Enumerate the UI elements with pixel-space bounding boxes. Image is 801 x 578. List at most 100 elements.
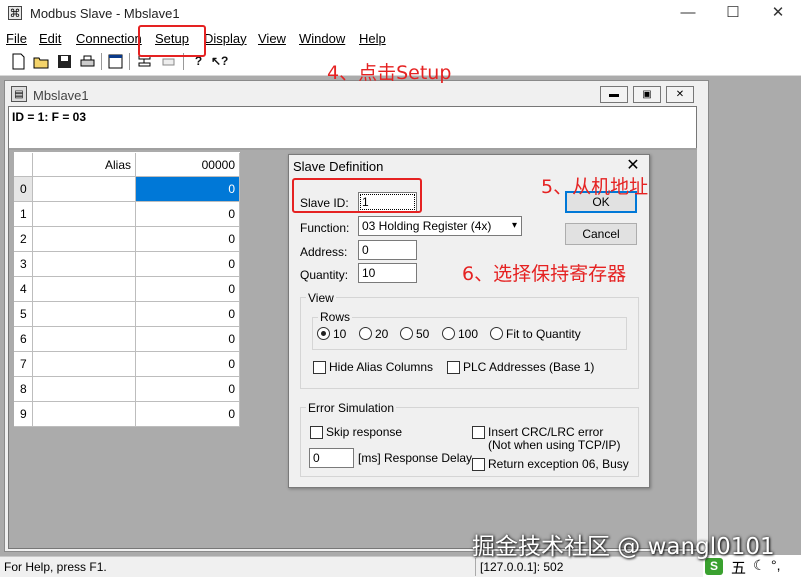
menu-display[interactable]: Display [204,31,247,46]
row-header[interactable]: 1 [14,202,33,227]
value-cell[interactable]: 0 [136,352,240,377]
quantity-input[interactable]: 10 [358,263,417,283]
child-restore-button[interactable]: ▣ [633,86,661,103]
annotation-setup: 4、点击Setup [327,62,452,84]
quantity-label: Quantity: [300,268,349,282]
menu-window[interactable]: Window [299,31,345,46]
plc-addresses-checkbox[interactable] [447,361,460,374]
watermark: 掘金技术社区 @ wangl0101 [472,534,775,560]
chevron-down-icon: ▾ [511,220,517,231]
save-icon[interactable] [56,53,73,70]
view-group-title: View [306,291,336,305]
row-header[interactable]: 8 [14,377,33,402]
alias-cell[interactable] [33,377,136,402]
address-label: Address: [300,245,348,259]
row-header[interactable]: 7 [14,352,33,377]
setup-highlight-box [138,25,206,57]
function-label: Function: [300,221,350,235]
value-cell[interactable]: 0 [136,327,240,352]
row-header[interactable]: 4 [14,277,33,302]
child-minimize-button[interactable]: ▬ [600,86,628,103]
annotation-function: 6、选择保持寄存器 [462,263,627,285]
open-icon[interactable] [33,53,50,70]
alias-cell[interactable] [33,252,136,277]
insert-crc-checkbox[interactable] [472,426,485,439]
context-help-icon[interactable]: ↖? [211,53,228,70]
address-input[interactable]: 0 [358,240,417,260]
toolbar-separator [129,53,130,70]
slave-id-highlight-box [292,178,422,213]
annotation-slave-id: 5、从机地址 [541,176,649,198]
window-title: Modbus Slave - Mbslave1 [30,6,180,21]
alias-cell[interactable] [33,277,136,302]
slave-id-function-line: ID = 1: F = 03 [12,110,87,124]
rows-fit-label: Fit to Quantity [506,327,581,341]
error-simulation-title: Error Simulation [306,401,397,415]
cancel-button[interactable]: Cancel [565,223,637,245]
hide-alias-checkbox[interactable] [313,361,326,374]
child-close-button[interactable]: ✕ [666,86,694,103]
row-header[interactable]: 3 [14,252,33,277]
skip-response-checkbox[interactable] [310,426,323,439]
insert-crc-label: Insert CRC/LRC error [488,425,604,439]
status-help-text: For Help, press F1. [4,560,107,574]
alias-cell[interactable] [33,352,136,377]
value-cell[interactable]: 0 [136,227,240,252]
rows-50-radio[interactable] [400,327,413,340]
menu-view[interactable]: View [258,31,286,46]
return-exception-checkbox[interactable] [472,458,485,471]
row-header[interactable]: 9 [14,402,33,427]
alias-cell[interactable] [33,402,136,427]
child-title: Mbslave1 [33,88,89,103]
window-icon[interactable] [107,53,124,70]
return-exception-label: Return exception 06, Busy [488,457,629,471]
print-icon[interactable] [79,53,96,70]
response-delay-input[interactable]: 0 [309,448,354,468]
plc-addresses-label: PLC Addresses (Base 1) [463,360,595,374]
alias-cell[interactable] [33,302,136,327]
document-icon: ▤ [11,86,27,102]
rows-group-title: Rows [318,310,353,324]
rows-50-label: 50 [416,327,430,341]
value-cell[interactable]: 0 [136,377,240,402]
row-header[interactable]: 6 [14,327,33,352]
alias-cell[interactable] [33,202,136,227]
menu-help[interactable]: Help [359,31,386,46]
value-cell[interactable]: 0 [136,402,240,427]
rows-10-label: 10 [333,327,347,341]
menu-file[interactable]: File [6,31,27,46]
value-cell[interactable]: 0 [136,252,240,277]
row-header[interactable]: 5 [14,302,33,327]
row-header[interactable]: 0 [14,177,33,202]
function-select[interactable]: 03 Holding Register (4x) ▾ [358,216,522,236]
value-column-header[interactable]: 00000 [136,153,240,177]
row-header[interactable]: 2 [14,227,33,252]
rows-10-radio[interactable] [317,327,330,340]
alias-cell[interactable] [33,177,136,202]
rows-100-label: 100 [458,327,479,341]
new-icon[interactable] [10,53,27,70]
rows-100-radio[interactable] [442,327,455,340]
value-cell[interactable]: 0 [136,177,240,202]
dialog-title: Slave Definition [293,159,384,174]
value-cell[interactable]: 0 [136,302,240,327]
function-select-value: 03 Holding Register (4x) [362,219,492,233]
minimize-button[interactable]: — [666,0,710,28]
maximize-button[interactable]: ☐ [711,0,755,28]
value-cell[interactable]: 0 [136,277,240,302]
toolbar-separator [101,53,102,70]
status-address: [127.0.0.1]: 502 [480,560,564,574]
response-delay-label: [ms] Response Delay [358,451,473,465]
alias-cell[interactable] [33,327,136,352]
rows-20-label: 20 [375,327,389,341]
close-button[interactable]: ✕ [756,0,800,28]
value-cell[interactable]: 0 [136,202,240,227]
rows-fit-radio[interactable] [490,327,503,340]
alias-cell[interactable] [33,227,136,252]
rows-20-radio[interactable] [359,327,372,340]
menu-connection[interactable]: Connection [76,31,142,46]
alias-column-header[interactable]: Alias [33,153,136,177]
app-icon: ⌘ [8,6,22,20]
menu-edit[interactable]: Edit [39,31,61,46]
insert-crc-note: (Not when using TCP/IP) [488,438,621,452]
